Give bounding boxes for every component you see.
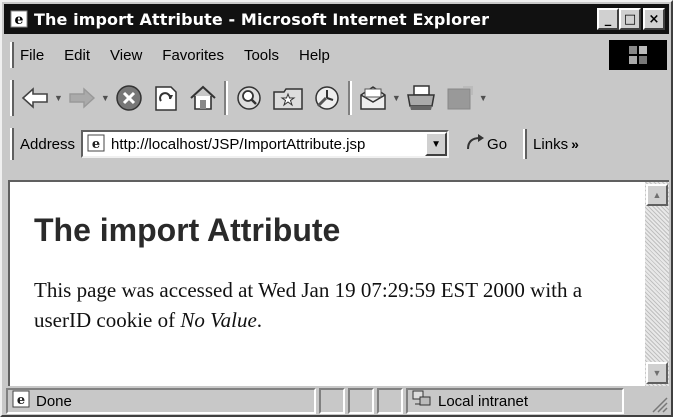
edit-button[interactable]: [445, 80, 475, 116]
content-area: The import Attribute This page was acces…: [8, 180, 669, 386]
cookie-value: No Value: [180, 308, 257, 332]
home-icon: [188, 83, 218, 113]
toolbar-separator: [347, 81, 352, 115]
print-icon: [405, 83, 437, 113]
menu-favorites[interactable]: Favorites: [162, 47, 224, 64]
address-label: Address: [20, 135, 76, 153]
address-url[interactable]: http://localhost/JSP/ImportAttribute.jsp: [111, 136, 365, 153]
menu-bar: File Edit View Favorites Tools Help: [8, 38, 669, 72]
security-zone-panel: Local intranet: [406, 388, 624, 414]
back-dropdown-icon[interactable]: ▼: [54, 93, 63, 103]
stop-icon: [114, 83, 144, 113]
svg-text:e: e: [92, 137, 100, 152]
zone-label: Local intranet: [438, 392, 529, 410]
refresh-button[interactable]: [152, 80, 180, 116]
page-icon: e: [87, 134, 105, 155]
scroll-up-button[interactable]: ▲: [646, 184, 668, 206]
search-button[interactable]: [234, 80, 264, 116]
svg-text:e: e: [17, 393, 25, 408]
refresh-icon: [152, 83, 180, 113]
page-heading: The import Attribute: [34, 212, 341, 248]
ie-logo-icon: e: [10, 10, 28, 28]
status-panel: [377, 388, 403, 414]
status-bar: e Done Local intranet: [6, 388, 669, 414]
page-done-icon: e: [12, 390, 30, 412]
maximize-button[interactable]: □: [619, 8, 641, 30]
menu-help[interactable]: Help: [299, 47, 330, 64]
links-chevron-icon[interactable]: »: [571, 136, 579, 152]
back-button[interactable]: [20, 80, 50, 116]
go-arrow-icon: [465, 132, 487, 156]
mail-dropdown-icon[interactable]: ▼: [392, 93, 401, 103]
forward-icon: [67, 86, 97, 110]
status-text: Done: [36, 392, 72, 410]
print-button[interactable]: [405, 80, 437, 116]
search-icon: [234, 83, 264, 113]
address-input[interactable]: e http://localhost/JSP/ImportAttribute.j…: [81, 130, 450, 158]
window-title: The import Attribute - Microsoft Interne…: [34, 9, 490, 29]
menu-view[interactable]: View: [110, 47, 142, 64]
minimize-button[interactable]: _: [597, 8, 619, 30]
menu-edit[interactable]: Edit: [64, 47, 90, 64]
status-panel: [319, 388, 345, 414]
mail-button[interactable]: [358, 80, 388, 116]
menu-file[interactable]: File: [20, 47, 44, 64]
status-text-panel: e Done: [6, 388, 316, 414]
windows-logo-icon: [609, 40, 667, 70]
links-label: Links: [533, 135, 569, 153]
title-bar: e The import Attribute - Microsoft Inter…: [4, 4, 669, 34]
forward-button[interactable]: [67, 80, 97, 116]
back-icon: [20, 86, 50, 110]
links-separator: [523, 129, 528, 159]
standard-toolbar: ▼ ▼ ▼ ▼: [8, 76, 669, 120]
favorites-icon: [272, 84, 304, 112]
svg-text:e: e: [15, 12, 24, 28]
addressbar-grip[interactable]: [10, 128, 14, 160]
status-panel: [348, 388, 374, 414]
stop-button[interactable]: [114, 80, 144, 116]
close-button[interactable]: ×: [643, 8, 665, 30]
toolbar-separator: [223, 81, 228, 115]
intranet-icon: [412, 390, 432, 412]
edit-icon: [445, 83, 475, 113]
menubar-grip[interactable]: [10, 42, 14, 68]
address-dropdown-button[interactable]: ▼: [425, 132, 448, 156]
menu-tools[interactable]: Tools: [244, 47, 279, 64]
vertical-scrollbar[interactable]: ▲ ▼: [645, 182, 669, 386]
edit-dropdown-icon[interactable]: ▼: [479, 93, 488, 103]
browser-window: e The import Attribute - Microsoft Inter…: [0, 0, 673, 417]
web-page: The import Attribute This page was acces…: [10, 182, 643, 386]
page-text-main: This page was accessed at Wed Jan 19 07:…: [34, 278, 583, 332]
toolbar-grip[interactable]: [10, 80, 14, 116]
links-button[interactable]: Links»: [533, 136, 579, 153]
go-button[interactable]: Go: [465, 132, 507, 156]
forward-dropdown-icon[interactable]: ▼: [101, 93, 110, 103]
address-bar: Address e http://localhost/JSP/ImportAtt…: [8, 124, 669, 164]
mail-icon: [358, 83, 388, 113]
go-label: Go: [487, 135, 508, 153]
page-text-end: .: [256, 308, 263, 332]
favorites-button[interactable]: [272, 80, 304, 116]
history-icon: [312, 83, 342, 113]
home-button[interactable]: [188, 80, 218, 116]
resize-grip-icon[interactable]: [649, 390, 669, 414]
page-text: This page was accessed at Wed Jan 19 07:…: [34, 275, 619, 335]
history-button[interactable]: [312, 80, 342, 116]
scroll-down-button[interactable]: ▼: [646, 362, 668, 384]
